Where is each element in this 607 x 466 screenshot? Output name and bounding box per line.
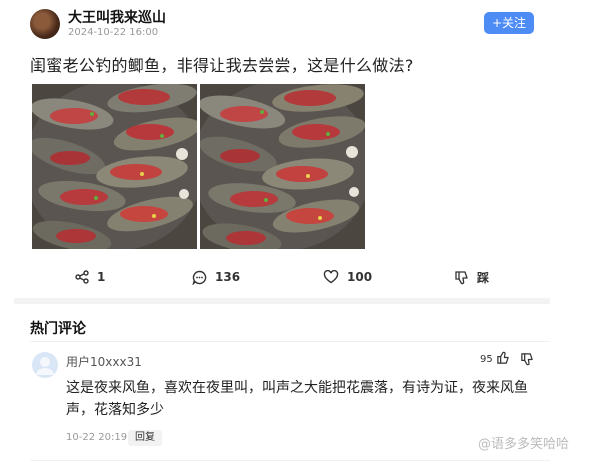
- section-divider: [14, 298, 550, 304]
- hot-comments-title: 热门评论: [30, 321, 86, 337]
- thumbs-up-icon: [496, 351, 510, 368]
- watermark-text: @语多多笑哈哈: [478, 437, 570, 452]
- watermark: @语多多笑哈哈: [478, 433, 569, 452]
- post-time: 2024-10-22 16:00: [68, 27, 159, 38]
- comment-time: 10-22 20:19: [66, 432, 128, 443]
- thumbs-down-icon: [454, 270, 469, 285]
- post-photo-2[interactable]: [200, 84, 365, 249]
- share-count: 1: [97, 270, 106, 284]
- comment-count: 136: [215, 270, 241, 284]
- dislike-label: 踩: [477, 270, 490, 285]
- comment-button[interactable]: 136: [192, 268, 240, 286]
- author-avatar[interactable]: [30, 9, 60, 39]
- like-count: 100: [347, 270, 373, 284]
- post-photo-1[interactable]: [32, 84, 197, 249]
- share-button[interactable]: 1: [75, 268, 105, 286]
- reply-button[interactable]: 回复: [128, 430, 162, 446]
- heart-icon: [323, 270, 339, 284]
- post-text: 闺蜜老公钓的鲫鱼，非得让我去尝尝，这是什么做法?: [30, 56, 414, 75]
- comment-text: 这是夜来风鱼，喜欢在夜里叫，叫声之大能把花震落，有诗为证，夜来风鱼声，花落知多少: [66, 380, 528, 418]
- like-button[interactable]: 100: [323, 268, 372, 286]
- comment-avatar[interactable]: [32, 352, 58, 378]
- comment-username[interactable]: 用户10xxx31: [66, 353, 142, 370]
- comment-icon: [192, 270, 207, 285]
- comment-like-button[interactable]: 95: [480, 351, 510, 368]
- dislike-button[interactable]: 踩: [454, 268, 489, 286]
- comment-dislike-button[interactable]: [520, 351, 534, 370]
- follow-button[interactable]: +关注: [484, 12, 534, 34]
- thumbs-down-icon: [520, 351, 534, 370]
- comment-like-count: 95: [480, 354, 493, 365]
- divider-line: [30, 341, 550, 342]
- author-name[interactable]: 大王叫我来巡山: [68, 7, 166, 27]
- divider-line: [30, 460, 550, 461]
- share-icon: [75, 270, 89, 284]
